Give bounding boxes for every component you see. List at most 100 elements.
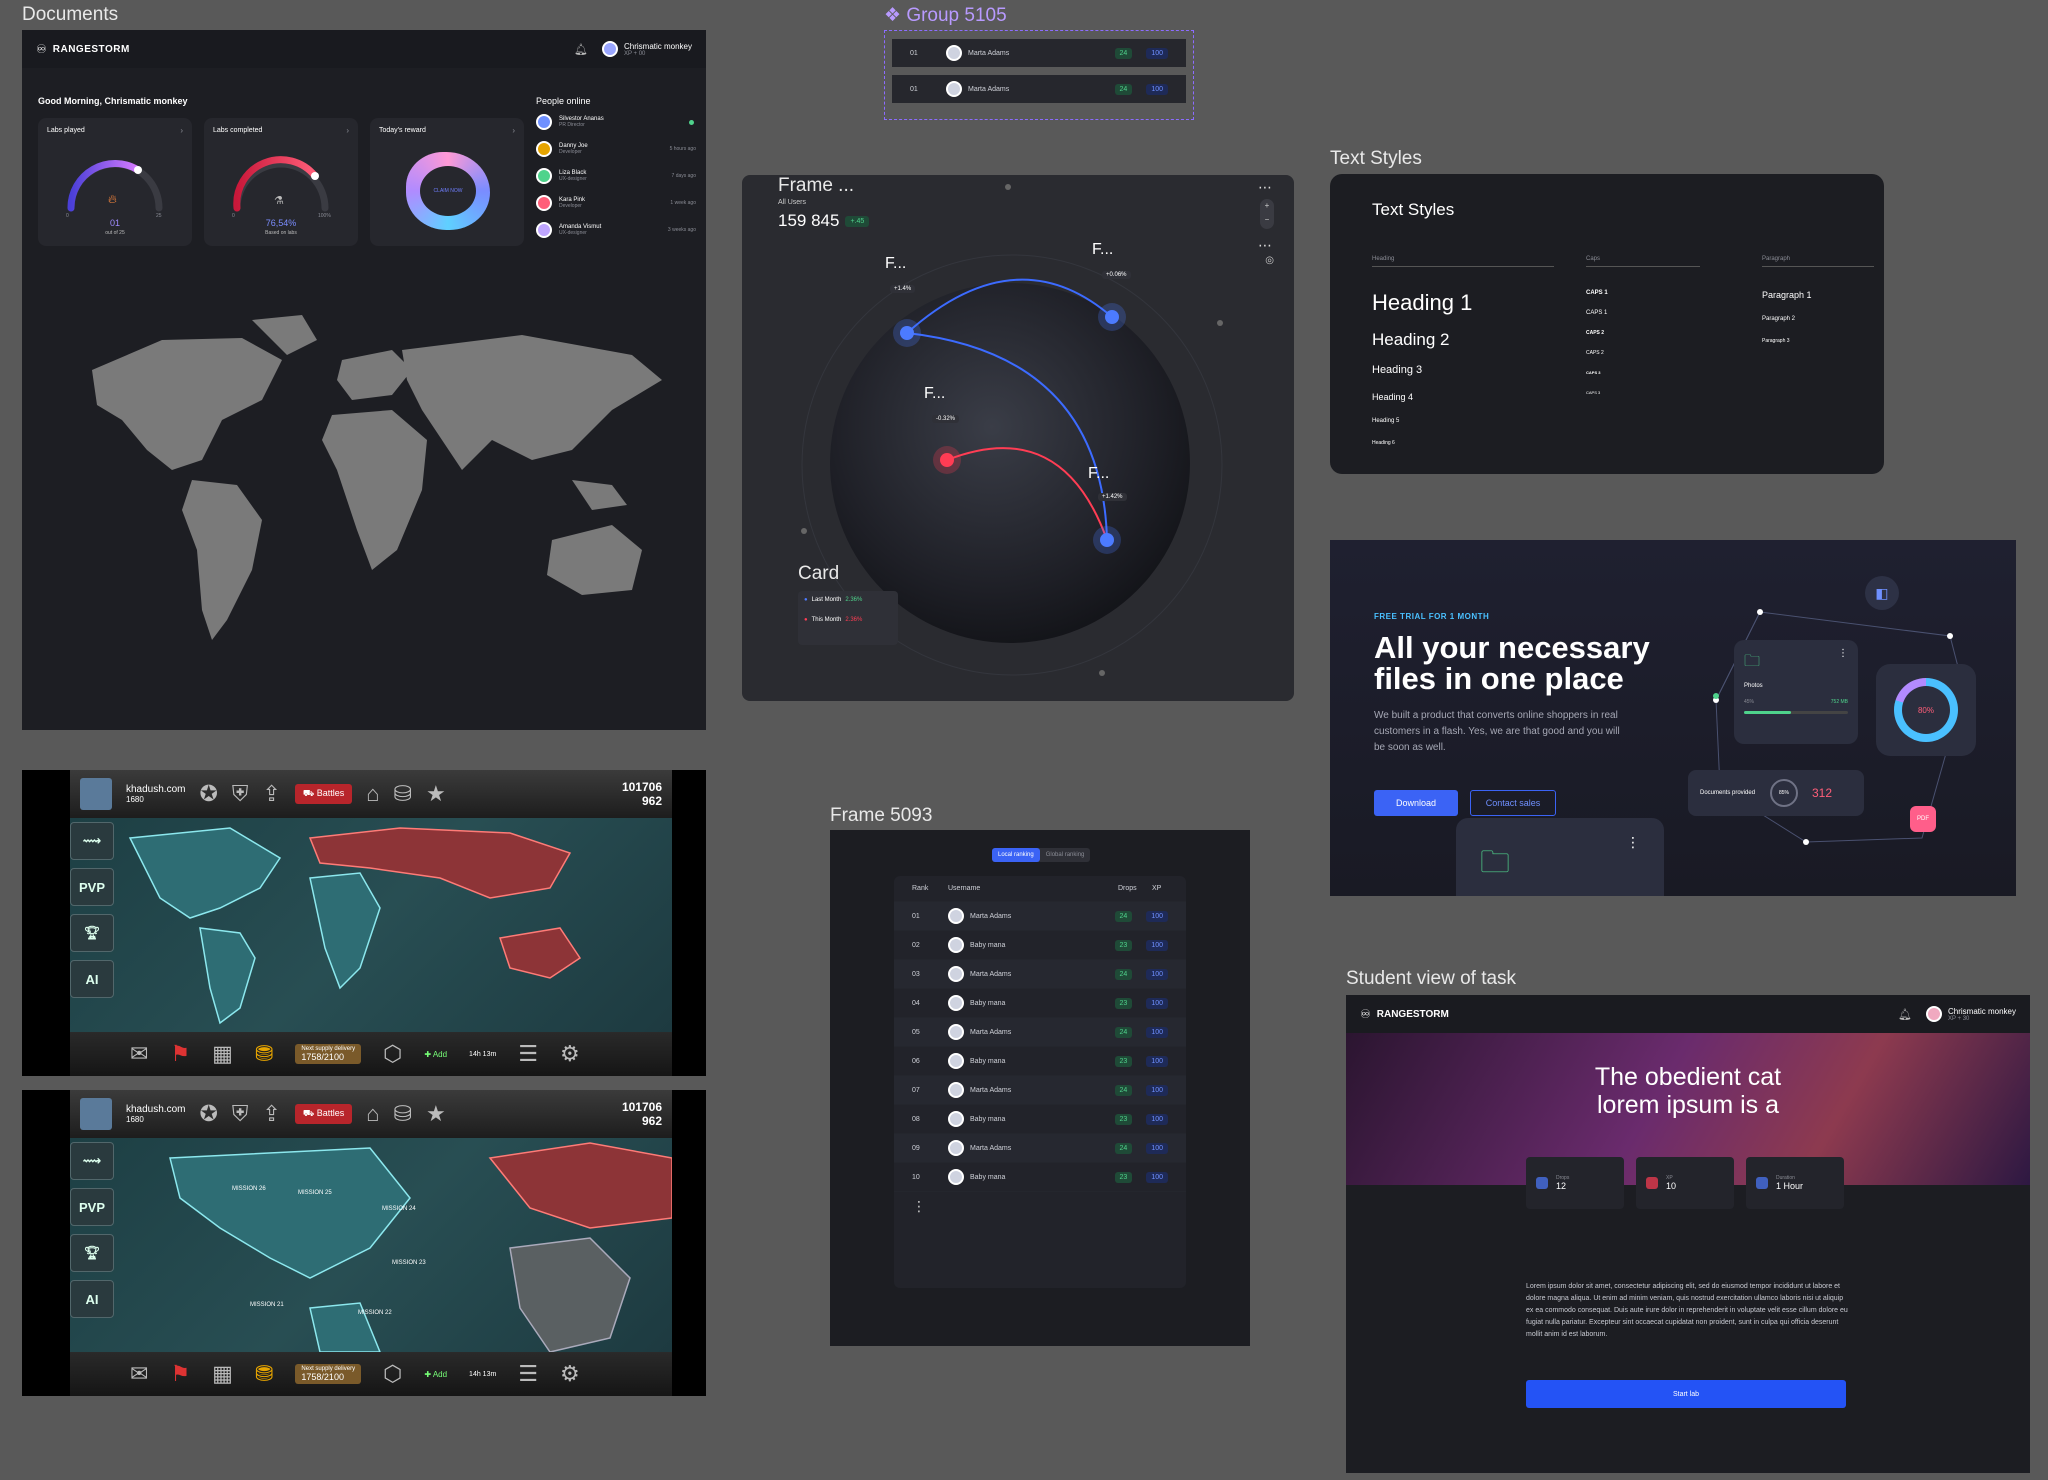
todays-reward-card[interactable]: Today's reward › CLAIM NOW — [370, 118, 524, 246]
promo-frame: FREE TRIAL FOR 1 MONTH All your necessar… — [1330, 540, 2016, 896]
person-row[interactable]: Amanda Vismut UX-designer 3 weeks ago — [536, 222, 696, 238]
ai-button[interactable]: AI — [70, 960, 114, 998]
event-icon[interactable]: ★ — [426, 1101, 446, 1127]
chat-icon[interactable]: ✉ — [130, 1041, 148, 1067]
tab-global-ranking[interactable]: Global ranking — [1040, 852, 1091, 858]
pvp-button[interactable]: PVP — [70, 868, 114, 906]
frame-label-student: Student view of task — [1346, 968, 1517, 989]
mission-marker[interactable]: MISSION 25 — [298, 1190, 332, 1196]
game-map[interactable] — [70, 818, 672, 1032]
user-menu[interactable]: Chrismatic monkey XP + 30 — [1925, 1006, 2016, 1022]
labs-played-value: 01 — [109, 218, 120, 228]
upgrade-icon[interactable]: ⇪ — [262, 1101, 280, 1127]
globe-marker-label[interactable]: F... — [1092, 241, 1113, 259]
mission-marker[interactable]: MISSION 26 — [232, 1186, 266, 1192]
upgrade-icon[interactable]: ⇪ — [262, 781, 280, 807]
battles-button[interactable]: ⛟ Battles — [294, 784, 353, 804]
table-row[interactable]: 01 Marta Adams 24 100 — [892, 39, 1186, 67]
bell-icon[interactable]: 🔔︎ — [1898, 1008, 1912, 1021]
dashboard-frame: ♾ RANGESTORM 🔔︎ Chrismatic monkey XP + 0… — [22, 30, 706, 730]
trophy-icon[interactable]: 🏆︎ — [70, 914, 114, 952]
bell-icon[interactable]: 🔔︎ — [574, 43, 588, 56]
list-icon[interactable]: ☰ — [518, 1041, 538, 1067]
xp-cell: 100 — [1146, 1055, 1168, 1067]
table-row[interactable]: 01 Marta Adams 24 100 — [892, 75, 1186, 103]
person-row[interactable]: Liza Black UX-designer 7 days ago — [536, 168, 696, 184]
table-row[interactable]: 09 Marta Adams 24 100 — [894, 1134, 1186, 1163]
crate-icon[interactable]: ▦ — [212, 1041, 233, 1067]
add-button[interactable]: ✚ Add — [424, 1370, 447, 1379]
download-card[interactable]: 🗀︎ ⋮ — [1456, 818, 1664, 896]
table-row[interactable]: 05 Marta Adams 24 100 — [894, 1018, 1186, 1047]
more-vertical-icon[interactable]: ⋮ — [1838, 648, 1848, 659]
player-avatar[interactable] — [80, 778, 112, 810]
mission-marker[interactable]: MISSION 21 — [250, 1302, 284, 1308]
globe-marker-label[interactable]: F... — [924, 385, 945, 403]
table-row[interactable]: 02 Baby mana 23 100 — [894, 931, 1186, 960]
game-map[interactable] — [70, 1138, 673, 1353]
medal-icon[interactable]: ✪ — [199, 781, 217, 807]
treasure-icon[interactable]: ⛃ — [255, 1361, 273, 1387]
crate-icon[interactable]: ▦ — [212, 1361, 233, 1387]
avatar — [601, 41, 618, 57]
person-row[interactable]: Danny Joe Developer 5 hours ago — [536, 141, 696, 157]
chat-icon[interactable]: ✉ — [130, 1361, 148, 1387]
more-vertical-icon[interactable]: ⋮ — [1626, 834, 1640, 851]
battles-button[interactable]: ⛟ Battles — [294, 1104, 353, 1124]
table-row[interactable]: 08 Baby mana 23 100 — [894, 1105, 1186, 1134]
table-row[interactable]: 10 Baby mana 23 100 — [894, 1163, 1186, 1192]
treasure-icon[interactable]: ⛃ — [255, 1041, 273, 1067]
table-row[interactable]: 03 Marta Adams 24 100 — [894, 960, 1186, 989]
soldier-icon[interactable]: ⛨ — [232, 781, 249, 807]
claim-now-button[interactable]: CLAIM NOW — [420, 166, 476, 216]
brand-logo[interactable]: ♾ RANGESTORM — [1360, 1007, 1449, 1021]
trophy-icon[interactable]: 🏆︎ — [70, 1234, 114, 1272]
photos-card[interactable]: 🗀︎ ⋮ Photos 45% 752 MB — [1734, 640, 1858, 744]
add-button[interactable]: ✚ Add — [424, 1050, 447, 1059]
labs-completed-card[interactable]: Labs completed › ⚗ 0 100% 76,54% Based o… — [204, 118, 358, 246]
labs-played-card[interactable]: Labs played › 🔥︎ 0 25 01 out of 25 — [38, 118, 192, 246]
shop-icon[interactable]: ⛁ — [394, 781, 412, 807]
user-menu[interactable]: Chrismatic monkey XP + 00 — [601, 41, 692, 57]
brand-logo[interactable]: ♾ RANGESTORM — [36, 42, 130, 56]
person-row[interactable]: Silvestor Ananas PR Director — [536, 114, 696, 130]
mission-marker[interactable]: MISSION 23 — [392, 1260, 426, 1266]
base-icon[interactable]: ⌂ — [366, 781, 379, 807]
xp-cell: 100 — [1146, 1171, 1168, 1183]
avatar — [1925, 1006, 1942, 1022]
documents-card[interactable]: Documents provided 85% 312 — [1688, 770, 1864, 816]
globe-marker-label[interactable]: F... — [885, 255, 906, 273]
globe-marker-label[interactable]: F... — [1088, 465, 1109, 483]
player-avatar[interactable] — [80, 1098, 112, 1130]
settings-gear-icon[interactable]: ⚙ — [560, 1361, 580, 1387]
map-mode-icon[interactable]: ⟿ — [70, 1142, 114, 1180]
rank-cell: 01 — [912, 912, 920, 920]
tab-local-ranking[interactable]: Local ranking — [992, 848, 1040, 862]
table-row[interactable]: 04 Baby mana 23 100 — [894, 989, 1186, 1018]
gift-icon[interactable]: ⚑ — [170, 1041, 190, 1067]
ai-button[interactable]: AI — [70, 1280, 114, 1318]
table-row[interactable]: 01 Marta Adams 24 100 — [894, 902, 1186, 931]
rank-badge-icon[interactable]: ⬡ — [383, 1361, 402, 1387]
person-row[interactable]: Kara Pink Developer 1 week ago — [536, 195, 696, 211]
mission-marker[interactable]: MISSION 24 — [382, 1206, 416, 1212]
base-icon[interactable]: ⌂ — [366, 1101, 379, 1127]
medal-icon[interactable]: ✪ — [199, 1101, 217, 1127]
table-row[interactable]: 06 Baby mana 23 100 — [894, 1047, 1186, 1076]
settings-gear-icon[interactable]: ⚙ — [560, 1041, 580, 1067]
mission-marker[interactable]: MISSION 22 — [358, 1310, 392, 1316]
list-icon[interactable]: ☰ — [518, 1361, 538, 1387]
documents-progress: 85% — [1770, 779, 1798, 807]
more-vertical-icon[interactable]: ⋮ — [894, 1192, 1186, 1221]
rank-badge-icon[interactable]: ⬡ — [383, 1041, 402, 1067]
map-mode-icon[interactable]: ⟿ — [70, 822, 114, 860]
event-icon[interactable]: ★ — [426, 781, 446, 807]
soldier-icon[interactable]: ⛨ — [232, 1101, 249, 1127]
start-lab-button[interactable]: Start lab — [1526, 1380, 1846, 1408]
pvp-button[interactable]: PVP — [70, 1188, 114, 1226]
shop-icon[interactable]: ⛁ — [394, 1101, 412, 1127]
pdf-badge: PDF — [1910, 806, 1936, 832]
gift-icon[interactable]: ⚑ — [170, 1361, 190, 1387]
table-row[interactable]: 07 Marta Adams 24 100 — [894, 1076, 1186, 1105]
rank-cell: 08 — [912, 1115, 920, 1123]
